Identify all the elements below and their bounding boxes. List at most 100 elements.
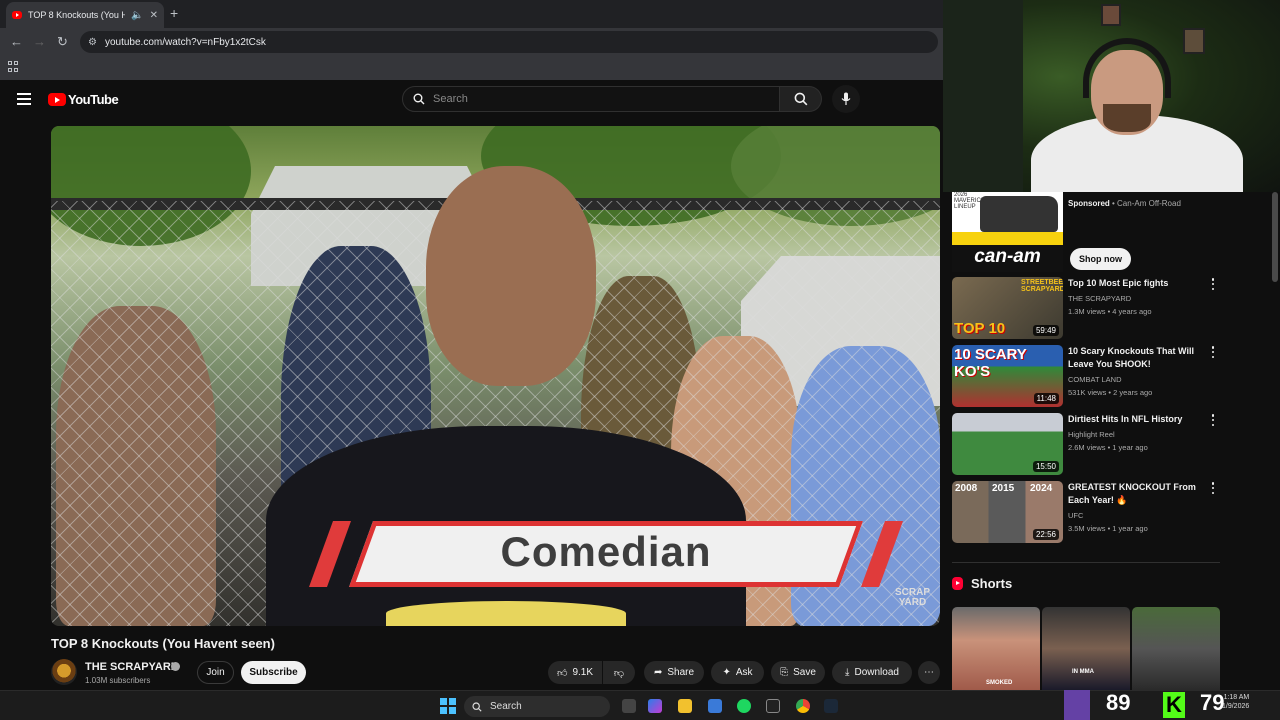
recommendation-channel[interactable]: Highlight Reel — [1068, 428, 1115, 441]
youtube-logo-text: YouTube — [68, 92, 119, 107]
search-box[interactable] — [402, 86, 780, 112]
recommendation-item[interactable]: 10 SCARY KO'S 11:48 10 Scary Knockouts T… — [952, 345, 1222, 409]
recommendation-meta: 1.3M views • 4 years ago — [1068, 307, 1152, 316]
short-thumbnail[interactable]: IN MMA — [1042, 607, 1130, 690]
ask-button[interactable]: ✦ Ask — [711, 661, 764, 684]
menu-hamburger-icon[interactable] — [17, 93, 31, 105]
short-thumbnail[interactable] — [1132, 607, 1220, 690]
save-button[interactable]: ⎘ Save — [771, 661, 825, 684]
recommendation-title[interactable]: Dirtiest Hits In NFL History — [1068, 413, 1208, 426]
voice-search-button[interactable] — [832, 85, 860, 113]
recommendation-meta: 531K views • 2 years ago — [1068, 388, 1153, 397]
site-info-icon[interactable]: ⚙ — [88, 37, 97, 48]
reload-icon[interactable]: ↻ — [57, 34, 68, 50]
steam-icon[interactable] — [824, 699, 838, 713]
more-horizontal-icon: ⋯ — [924, 667, 934, 678]
subscribe-button[interactable]: Subscribe — [241, 661, 306, 684]
room-wall — [943, 0, 1023, 192]
new-tab-button[interactable]: + — [170, 5, 178, 21]
kick-icon[interactable]: K — [1163, 692, 1185, 718]
hud-app-icon[interactable] — [766, 699, 780, 713]
forward-arrow-icon[interactable]: → — [33, 34, 46, 49]
recommendation-channel[interactable]: THE SCRAPYARD — [1068, 292, 1131, 305]
more-vertical-icon[interactable] — [1208, 413, 1218, 427]
video-caption: Comedian — [500, 528, 712, 575]
search-input[interactable] — [433, 93, 753, 105]
youtube-play-icon — [48, 93, 66, 106]
recommendation-channel[interactable]: COMBAT LAND — [1068, 373, 1121, 386]
shorts-header: Shorts — [952, 576, 1012, 591]
ad-banner-stripe — [952, 232, 1063, 245]
back-arrow-icon[interactable]: ← — [10, 34, 23, 49]
ad-tagline: 2026 MAVERICK LINEUP — [954, 192, 985, 210]
save-label: Save — [793, 667, 816, 678]
sponsored-label: Sponsored — [1068, 199, 1110, 208]
shop-now-button[interactable]: Shop now — [1070, 248, 1131, 270]
system-clock[interactable]: 1:18 AM 1/9/2026 — [1222, 693, 1249, 711]
join-button[interactable]: Join — [197, 661, 234, 684]
notepad-icon[interactable] — [708, 699, 722, 713]
thumbnail-text: TOP 10 — [954, 320, 1006, 337]
thumbs-down-icon: 👎︎ — [613, 667, 625, 679]
speaker-icon[interactable]: 🔈 — [131, 10, 143, 21]
more-actions-button[interactable]: ⋯ — [918, 661, 940, 684]
browser-toolbar: ← → ↻ ⚙ youtube.com/watch?v=nFby1x2tCsk — [0, 28, 943, 56]
windows-start-icon[interactable] — [440, 698, 456, 714]
more-vertical-icon[interactable] — [1208, 481, 1218, 495]
video-thumbnail[interactable]: 15:50 — [952, 413, 1063, 475]
twitch-viewer-count: 89 — [1106, 690, 1131, 715]
video-thumbnail[interactable]: 10 SCARY KO'S 11:48 — [952, 345, 1063, 407]
apps-grid-icon[interactable] — [8, 61, 19, 72]
download-button[interactable]: ⤓ Download — [832, 661, 912, 684]
more-vertical-icon[interactable] — [1208, 277, 1218, 291]
microphone-icon — [841, 92, 851, 105]
tab-title: TOP 8 Knockouts (You Haven — [28, 10, 126, 20]
task-view-icon[interactable] — [622, 699, 636, 713]
video-thumbnail[interactable]: TOP 10 STREETBEEFS SCRAPYARD 59:49 — [952, 277, 1063, 339]
share-label: Share — [667, 667, 695, 678]
short-thumbnail[interactable]: SMOKED — [952, 607, 1040, 690]
subscriber-count: 1.03M subscribers — [85, 676, 151, 685]
taskbar-search[interactable]: Search — [464, 696, 610, 717]
recommendation-title[interactable]: 10 Scary Knockouts That Will Leave You S… — [1068, 345, 1208, 371]
spotify-icon[interactable] — [737, 699, 751, 713]
youtube-favicon-icon — [12, 11, 22, 19]
shirt-print — [386, 601, 626, 626]
browser-tab[interactable]: TOP 8 Knockouts (You Haven 🔈 ✕ — [6, 2, 164, 28]
recommendation-item[interactable]: TOP 10 STREETBEEFS SCRAPYARD 59:49 Top 1… — [952, 277, 1222, 341]
tab-close-icon[interactable]: ✕ — [150, 10, 158, 21]
thumbnail-year: 2008 — [955, 483, 978, 494]
clock-time: 1:18 AM — [1223, 694, 1250, 701]
search-icon — [794, 92, 807, 106]
bookmarks-bar — [0, 56, 943, 80]
dislike-button[interactable]: 👎︎ — [603, 661, 635, 684]
video-title: TOP 8 Knockouts (You Havent seen) — [51, 636, 275, 651]
like-button[interactable]: 👍︎ 9.1K — [548, 661, 602, 684]
sidebar-scrollbar[interactable] — [1272, 192, 1278, 282]
chrome-icon[interactable] — [796, 699, 810, 713]
channel-name[interactable]: THE SCRAPYARD — [85, 661, 179, 673]
file-explorer-icon[interactable] — [678, 699, 692, 713]
search-button[interactable] — [780, 86, 822, 112]
video-player[interactable]: Comedian SCRAP YARD — [51, 126, 940, 626]
recommendation-item[interactable]: 2008 2015 2024 22:56 GREATEST KNOCKOUT F… — [952, 481, 1222, 545]
youtube-logo[interactable]: YouTube — [48, 92, 119, 107]
thumbnail-year: 2024 — [1030, 483, 1053, 494]
recommendation-meta: 3.5M views • 1 year ago — [1068, 524, 1148, 533]
recommendation-title[interactable]: Top 10 Most Epic fights — [1068, 277, 1208, 290]
video-thumbnail[interactable]: 2008 2015 2024 22:56 — [952, 481, 1063, 543]
recommendation-channel[interactable]: UFC — [1068, 509, 1083, 522]
short-label: IN MMA — [1072, 669, 1094, 675]
verified-icon — [171, 662, 180, 671]
address-bar[interactable]: ⚙ youtube.com/watch?v=nFby1x2tCsk — [80, 31, 938, 53]
twitch-icon[interactable] — [1064, 690, 1090, 720]
channel-avatar[interactable] — [51, 659, 77, 685]
recommendation-title[interactable]: GREATEST KNOCKOUT From Each Year! 🔥 — [1068, 481, 1208, 507]
copilot-icon[interactable] — [648, 699, 662, 713]
search-icon — [472, 701, 482, 712]
more-vertical-icon[interactable] — [1208, 345, 1218, 359]
download-icon: ⤓ — [845, 667, 850, 678]
clock-date: 1/9/2026 — [1222, 703, 1250, 710]
recommendation-item[interactable]: 15:50 Dirtiest Hits In NFL History Highl… — [952, 413, 1222, 477]
share-button[interactable]: ➦ Share — [644, 661, 704, 684]
